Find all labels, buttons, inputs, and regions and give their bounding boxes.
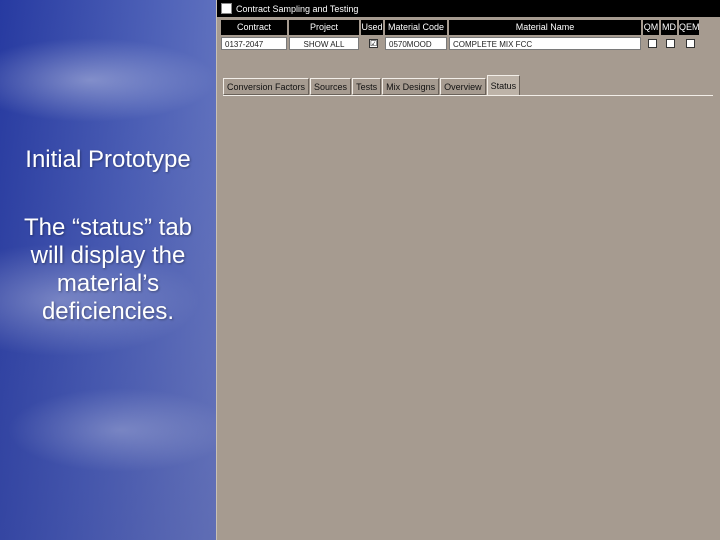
material-name-field[interactable]: COMPLETE MIX FCC — [449, 37, 641, 50]
header-material-code[interactable]: Material Code — [385, 20, 447, 35]
tab-sources[interactable]: Sources — [310, 78, 352, 95]
status-tab-panel — [223, 95, 713, 536]
window-title: Contract Sampling and Testing — [236, 3, 359, 14]
tab-overview[interactable]: Overview — [440, 78, 486, 95]
used-cell: ☑ — [361, 37, 383, 50]
grid-header-row: Contract Project Used Material Code Mate… — [221, 20, 711, 35]
qm-cell — [643, 37, 659, 50]
header-qm[interactable]: QM — [643, 20, 659, 35]
header-project[interactable]: Project — [289, 20, 359, 35]
header-material-name[interactable]: Material Name — [449, 20, 641, 35]
contract-field[interactable]: 0137-2047 — [221, 37, 287, 50]
table-row[interactable]: 0137-2047 SHOW ALL ☑ 0570MOOD COMPLETE M… — [221, 37, 711, 50]
tab-tests[interactable]: Tests — [352, 78, 382, 95]
title-bar: Contract Sampling and Testing — [217, 0, 720, 17]
window-icon — [221, 3, 232, 14]
project-field[interactable]: SHOW ALL — [289, 37, 359, 50]
qem-cell — [679, 37, 699, 50]
qem-checkbox[interactable] — [686, 39, 695, 48]
qm-checkbox[interactable] — [648, 39, 657, 48]
slide-heading: Initial Prototype — [25, 146, 191, 173]
header-md[interactable]: MD — [661, 20, 677, 35]
header-used[interactable]: Used — [361, 20, 383, 35]
header-contract[interactable]: Contract — [221, 20, 287, 35]
tab-status[interactable]: Status — [486, 75, 521, 95]
slide-body-text: The “status” tab will display the materi… — [23, 214, 193, 325]
md-checkbox[interactable] — [666, 39, 675, 48]
tab-mix-designs[interactable]: Mix Designs — [382, 78, 440, 95]
app-window: Contract Sampling and Testing Contract P… — [216, 0, 720, 540]
tab-strip: Conversion Factors Sources Tests Mix Des… — [223, 75, 521, 95]
material-code-field[interactable]: 0570MOOD — [385, 37, 447, 50]
tab-conversion-factors[interactable]: Conversion Factors — [223, 78, 310, 95]
used-checkbox[interactable]: ☑ — [369, 39, 378, 48]
header-qem[interactable]: QEM — [679, 20, 699, 35]
md-cell — [661, 37, 677, 50]
material-grid: Contract Project Used Material Code Mate… — [221, 20, 711, 56]
